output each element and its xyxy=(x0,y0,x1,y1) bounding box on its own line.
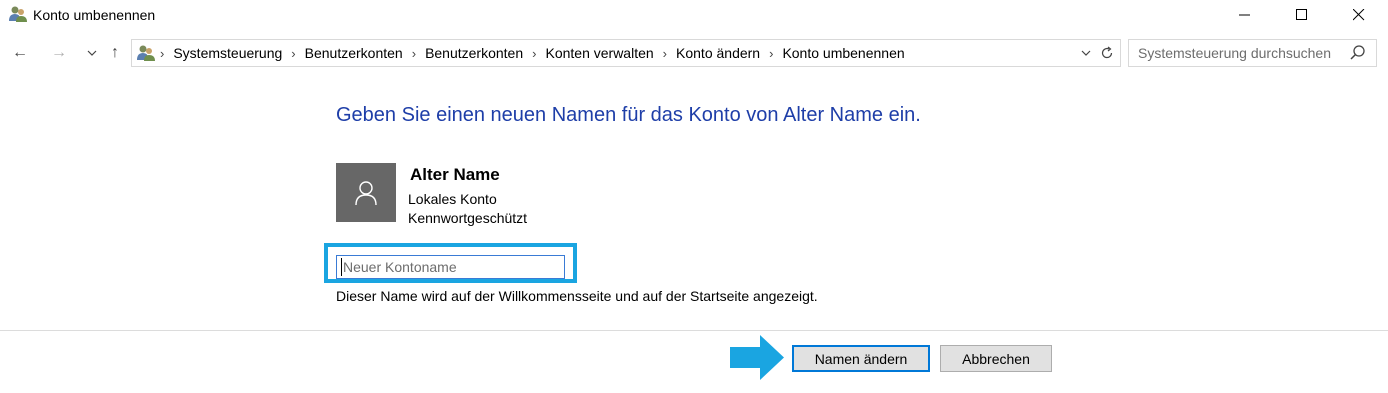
recent-locations-button[interactable] xyxy=(81,40,103,66)
users-icon xyxy=(137,45,155,61)
cancel-button[interactable]: Abbrechen xyxy=(940,345,1052,372)
avatar xyxy=(336,163,396,222)
page-title: Geben Sie einen neuen Namen für das Kont… xyxy=(336,104,921,126)
search-icon[interactable] xyxy=(1349,44,1367,62)
chevron-down-icon xyxy=(1081,50,1091,56)
new-account-name-input[interactable] xyxy=(336,255,565,279)
breadcrumb-item[interactable]: Benutzerkonten xyxy=(305,45,403,61)
title-bar xyxy=(0,0,1388,32)
rename-button[interactable]: Namen ändern xyxy=(792,345,930,372)
close-icon xyxy=(1353,9,1365,21)
pointer-arrow-icon xyxy=(730,335,784,380)
forward-button[interactable]: → xyxy=(48,40,70,66)
text-caret xyxy=(341,258,342,276)
minimize-button[interactable] xyxy=(1222,0,1268,30)
breadcrumb-separator[interactable]: › xyxy=(663,46,667,61)
breadcrumb-separator[interactable]: › xyxy=(291,46,295,61)
input-hint: Dieser Name wird auf der Willkommensseit… xyxy=(336,288,818,304)
search-placeholder[interactable]: Systemsteuerung durchsuchen xyxy=(1138,45,1331,61)
breadcrumb-item[interactable]: Konto umbenennen xyxy=(782,45,904,61)
account-name: Alter Name xyxy=(410,165,500,184)
minimize-icon xyxy=(1239,14,1250,16)
breadcrumb-item[interactable]: Konto ändern xyxy=(676,45,760,61)
arrow-left-icon: ← xyxy=(12,44,28,61)
breadcrumb-separator[interactable]: › xyxy=(412,46,416,61)
address-dropdown-button[interactable] xyxy=(1076,44,1096,62)
maximize-button[interactable] xyxy=(1279,0,1325,30)
divider xyxy=(0,330,1388,331)
breadcrumb-item[interactable]: Benutzerkonten xyxy=(425,45,523,61)
breadcrumb-separator: › xyxy=(160,45,165,61)
chevron-down-icon xyxy=(87,50,97,56)
refresh-icon xyxy=(1101,46,1113,59)
back-button[interactable]: ← xyxy=(9,40,31,66)
arrow-right-icon: → xyxy=(51,44,67,61)
breadcrumb-separator[interactable]: › xyxy=(769,46,773,61)
maximize-icon xyxy=(1296,9,1307,20)
refresh-button[interactable] xyxy=(1097,44,1117,62)
user-icon xyxy=(355,180,377,205)
window-title: Konto umbenennen xyxy=(33,7,156,23)
account-protection: Kennwortgeschützt xyxy=(408,210,528,226)
close-button[interactable] xyxy=(1336,0,1382,30)
breadcrumb: › Systemsteuerung › Benutzerkonten › Ben… xyxy=(160,44,905,62)
arrow-up-icon: ↑ xyxy=(111,44,119,61)
breadcrumb-separator[interactable]: › xyxy=(532,46,536,61)
users-icon xyxy=(9,6,27,22)
breadcrumb-item[interactable]: Konten verwalten xyxy=(545,45,653,61)
account-type: Lokales Konto xyxy=(408,191,497,207)
up-button[interactable]: ↑ xyxy=(104,40,126,66)
breadcrumb-item[interactable]: Systemsteuerung xyxy=(173,45,282,61)
